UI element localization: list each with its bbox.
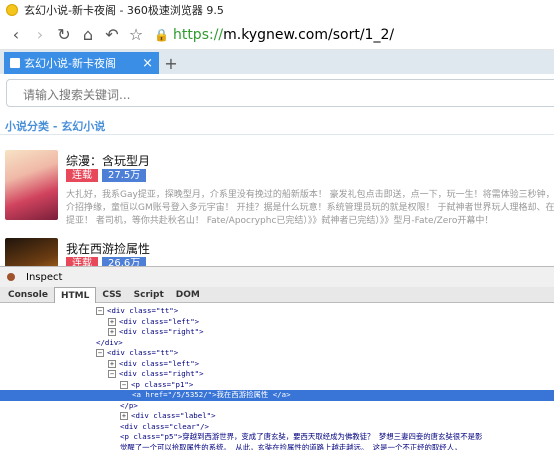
dom-node-text: <div class="clear"/> (120, 421, 209, 431)
new-tab-icon[interactable]: + (159, 52, 183, 74)
devtools-header: Inspect (0, 266, 554, 287)
tab-favicon-icon (10, 58, 20, 68)
tab-xuanhuan[interactable]: 玄幻小说-新卡夜阁 × (4, 52, 159, 74)
dom-node-text: <p class="p5">穿越到西游世界，变成了唐玄奘，要西天取经成为佛教徒？… (120, 432, 483, 441)
url-text: m.kygnew.com/sort/1_2/ (223, 26, 395, 43)
book-description: 大扎好，我系Gay提亚，探晚型月，介系里没有挽过的船新版本！ 豪发礼包点击即送，… (66, 189, 554, 228)
tab-css[interactable]: CSS (96, 287, 127, 303)
tab-console[interactable]: Console (2, 287, 54, 303)
dom-tree-node[interactable]: + <div class="left"> (0, 359, 554, 370)
browser-logo-icon (6, 4, 18, 16)
dom-node-text: <div class="label"> (131, 411, 216, 420)
tab-label: 玄幻小说-新卡夜阁 (24, 57, 116, 70)
size-badge: 26.6万 (102, 257, 147, 266)
book-title[interactable]: 综漫：含玩型月 (66, 152, 150, 169)
dom-tree-node[interactable]: <div class="clear"/> (0, 422, 554, 433)
dom-node-text: <div class="tt"> (107, 348, 179, 357)
desc-line: 介招挣缘，童恒以GM账号登入多元宇宙！ 开挂？据是什么玩意！系统管理员玩的就是权… (66, 203, 554, 213)
window-title: 玄幻小说-新卡夜阁 - 360极速浏览器 9.5 (24, 4, 224, 17)
window-titlebar: 玄幻小说-新卡夜阁 - 360极速浏览器 9.5 (0, 0, 554, 20)
dom-node-text: <div class="tt"> (107, 306, 179, 315)
dom-tree-node[interactable]: <p class="p5">穿越到西游世界，变成了唐玄奘，要西天取经成为佛教徒？… (0, 432, 554, 443)
dom-node-text: </div> (96, 337, 123, 347)
back-icon[interactable]: ‹ (4, 23, 28, 47)
tab-html[interactable]: HTML (53, 286, 97, 303)
desc-line: 大扎好，我系Gay提亚，探晚型月，介系里没有挽过的船新版本！ 豪发礼包点击即送，… (66, 190, 554, 200)
dom-tree-node[interactable]: + <div class="label"> (0, 411, 554, 422)
navigation-bar: ‹ › ↻ ⌂ ↶ ☆ 🔒 https:// m.kygnew.com/sort… (0, 20, 554, 50)
category-heading: 小说分类 - 玄幻小说 (5, 120, 106, 133)
page-content: 请输入搜索关键词... 小说分类 - 玄幻小说 综漫：含玩型月 连载 27.5万… (0, 74, 554, 266)
star-icon[interactable]: ☆ (124, 23, 148, 47)
dom-node-text: <div class="right"> (119, 369, 204, 378)
status-badge: 连载 (66, 257, 98, 266)
dom-node-text: <div class="left"> (119, 316, 200, 326)
collapse-icon[interactable]: − (108, 370, 116, 379)
tab-dom[interactable]: DOM (170, 287, 206, 303)
dom-tree-node[interactable]: − <div class="right"> (0, 369, 554, 380)
expand-icon[interactable]: + (108, 317, 116, 326)
desc-line: 提亚！ 者司机，等你共赴秋名山！ Fate/Apocryphc已完结）》》弑神者… (66, 216, 494, 226)
collapse-icon[interactable]: − (96, 349, 104, 358)
firebug-icon[interactable] (4, 271, 18, 283)
undo-icon[interactable]: ↶ (100, 23, 124, 47)
dom-tree-node[interactable]: − <p class="p1"> (0, 380, 554, 391)
dom-node-text: <p class="p1"> (131, 379, 194, 389)
dom-node-text: <div class="left"> (119, 358, 200, 368)
devtools-tabs: Console HTML CSS Script DOM (0, 286, 554, 303)
dom-node-text: <a href="/5/5352/">我在西游捡属性 </a> (132, 390, 291, 399)
search-input[interactable]: 请输入搜索关键词... (6, 79, 554, 107)
dom-tree-node[interactable]: </p> (0, 401, 554, 412)
dom-node-text: <div class="right"> (119, 327, 204, 336)
expand-icon[interactable]: + (108, 359, 116, 368)
book-cover-image[interactable] (5, 150, 58, 220)
reload-icon[interactable]: ↻ (52, 23, 76, 47)
dom-tree-node[interactable]: <a href="/5/5352/">我在西游捡属性 </a> (0, 390, 554, 401)
html-tree: − <div class="tt"> + <div class="left"> + <di… (0, 303, 554, 450)
home-icon[interactable]: ⌂ (76, 23, 100, 47)
size-badge: 27.5万 (102, 169, 147, 182)
dom-tree-node[interactable]: − <div class="tt"> (0, 348, 554, 359)
dom-tree-node[interactable]: </div> (0, 338, 554, 349)
status-badge: 连载 (66, 169, 98, 182)
inspect-button[interactable]: Inspect (26, 272, 62, 283)
collapse-icon[interactable]: − (96, 307, 104, 316)
book-tags: 连载 26.6万 (66, 257, 150, 266)
tab-strip: 玄幻小说-新卡夜阁 × + (0, 50, 554, 74)
book-title[interactable]: 我在西游捡属性 (66, 240, 150, 257)
dom-tree-node[interactable]: + <div class="left"> (0, 317, 554, 328)
expand-icon[interactable]: + (108, 328, 116, 337)
lock-icon: 🔒 (154, 27, 169, 42)
tab-script[interactable]: Script (128, 287, 170, 303)
book-tags: 连载 27.5万 (66, 169, 150, 182)
dom-tree-node[interactable]: − <div class="tt"> (0, 306, 554, 317)
dom-tree-node[interactable]: 觉醒了一个可以拾取属性的系统。 从此，玄奘在捡属性的道路上越走越远。 这是一个不… (0, 443, 554, 451)
category-divider (0, 134, 554, 135)
dom-node-text: </p> (120, 400, 138, 410)
collapse-icon[interactable]: − (120, 380, 128, 389)
url-scheme: https:// (172, 26, 224, 43)
close-tab-icon[interactable]: × (142, 56, 153, 71)
dom-tree-node[interactable]: + <div class="right"> (0, 327, 554, 338)
dom-node-text: 觉醒了一个可以拾取属性的系统。 从此，玄奘在捡属性的道路上越走越远。 这是一个不… (120, 442, 462, 451)
book-cover-image[interactable] (5, 238, 58, 266)
forward-icon[interactable]: › (28, 23, 52, 47)
expand-icon[interactable]: + (120, 412, 128, 421)
address-bar[interactable]: 🔒 https:// m.kygnew.com/sort/1_2/ (154, 23, 550, 47)
